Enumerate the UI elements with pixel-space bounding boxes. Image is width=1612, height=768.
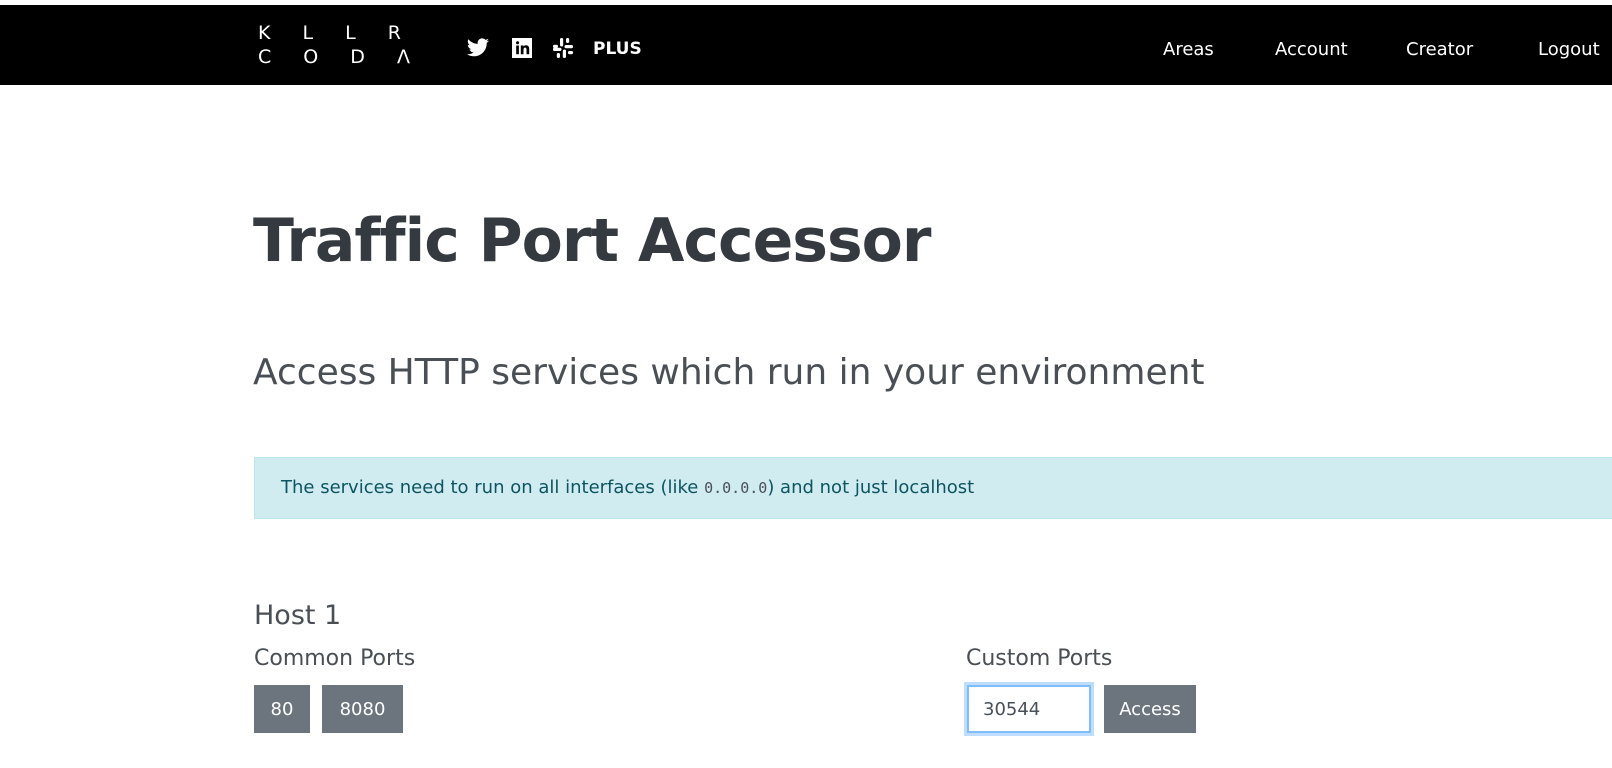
info-alert: The services need to run on all interfac… — [254, 457, 1612, 519]
page-title: Traffic Port Accessor — [253, 206, 931, 276]
port-8080-button[interactable]: 8080 — [322, 685, 403, 733]
common-ports-label: Common Ports — [254, 646, 416, 671]
port-80-button[interactable]: 80 — [254, 685, 310, 733]
alert-text-before: The services need to run on all interfac… — [281, 477, 705, 498]
logo-line-1: K L L R — [258, 22, 414, 44]
alert-code: 0.0.0.0 — [704, 479, 768, 497]
custom-ports-label: Custom Ports — [966, 646, 1113, 671]
social-twitter — [466, 35, 490, 61]
nav-logout[interactable]: Logout — [1538, 39, 1600, 60]
linkedin-link[interactable] — [510, 36, 534, 60]
plus-link[interactable]: PLUS — [593, 39, 642, 59]
killercoda-logo[interactable]: K L L R C O D Λ — [258, 21, 423, 69]
linkedin-icon — [512, 38, 532, 58]
social-slack — [551, 35, 575, 61]
nav-account[interactable]: Account — [1275, 39, 1348, 60]
page-subtitle: Access HTTP services which run in your e… — [253, 352, 1205, 393]
access-button[interactable]: Access — [1104, 685, 1196, 733]
top-navbar: K L L R C O D Λ PLUS Areas Account Creat… — [0, 5, 1612, 85]
slack-icon — [553, 38, 573, 58]
alert-text-after: ) and not just localhost — [767, 477, 975, 498]
custom-port-input[interactable] — [967, 685, 1091, 733]
nav-areas[interactable]: Areas — [1163, 39, 1214, 60]
slack-link[interactable] — [551, 36, 575, 60]
logo-line-2: C O D Λ — [258, 46, 423, 68]
twitter-icon — [467, 38, 489, 57]
nav-creator[interactable]: Creator — [1406, 39, 1473, 60]
host-title: Host 1 — [254, 600, 342, 631]
social-linkedin — [510, 35, 534, 61]
twitter-link[interactable] — [466, 36, 490, 60]
